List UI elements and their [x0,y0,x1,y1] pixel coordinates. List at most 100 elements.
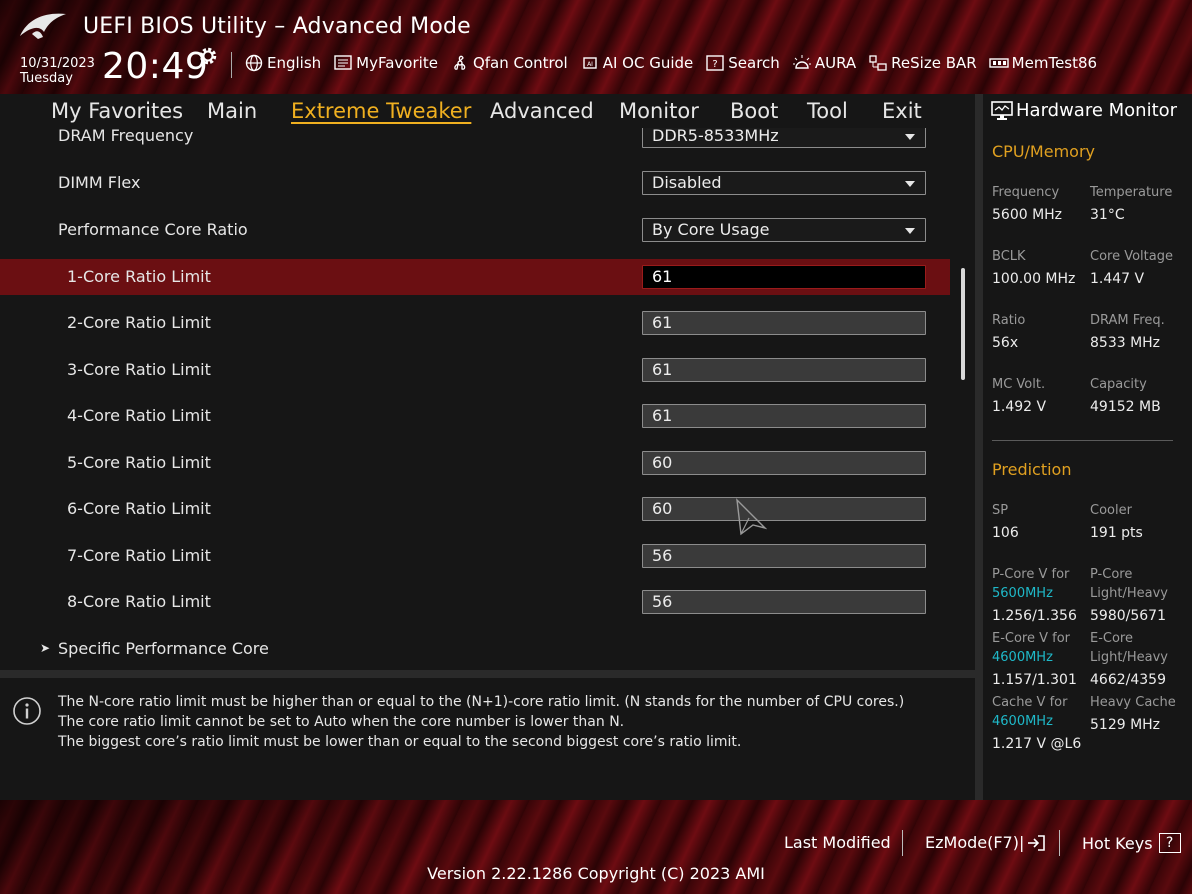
tool-myfavorite[interactable]: MyFavorite [333,54,438,72]
hw-label: Frequency [992,185,1060,200]
app-title: UEFI BIOS Utility – Advanced Mode [83,14,471,39]
section-divider [992,440,1173,441]
hw-value: 5129 MHz [1090,717,1161,733]
tool-ai-oc-guide[interactable]: AI AI OC Guide [580,54,693,72]
setting-row-2-core-ratio[interactable]: 2-Core Ratio Limit 61 [0,305,950,341]
tool-resize-bar-label: ReSize BAR [891,54,977,72]
divider [231,52,232,78]
tool-qfan-label: Qfan Control [472,54,568,72]
hw-label-line: P-Core [1090,567,1133,582]
submenu-specific-performance-core[interactable]: ➤ Specific Performance Core [0,631,950,667]
tab-tool[interactable]: Tool [807,99,848,123]
scrollbar[interactable] [961,268,965,380]
hw-label: E-Core V for 4600MHz [992,629,1070,667]
4-core-ratio-input[interactable]: 61 [642,404,926,428]
help-panel: The N-core ratio limit must be higher th… [0,678,975,800]
setting-row-dram-frequency[interactable]: DRAM Frequency DDR5-8533MHz [0,128,950,154]
tab-boot[interactable]: Boot [730,99,778,123]
tool-search[interactable]: ? Search [705,54,780,72]
setting-row-6-core-ratio[interactable]: 6-Core Ratio Limit 60 [0,491,950,527]
hw-label-freq: 5600MHz [992,586,1053,601]
resize-bar-icon [869,55,887,71]
setting-row-4-core-ratio[interactable]: 4-Core Ratio Limit 61 [0,398,950,434]
tool-resize-bar[interactable]: ReSize BAR [868,54,977,72]
setting-label: 5-Core Ratio Limit [67,453,211,472]
hw-value: 56x [992,335,1019,351]
section-cpu-memory: CPU/Memory [992,142,1095,161]
toolbar: English MyFavorite Qfan Control AI AI OC… [244,54,1109,72]
hw-label: Cooler [1090,503,1132,518]
performance-core-ratio-dropdown[interactable]: By Core Usage [642,218,926,242]
hw-value: 100.00 MHz [992,271,1076,287]
1-core-ratio-input[interactable]: 61 [642,265,926,289]
top-bar: UEFI BIOS Utility – Advanced Mode 10/31/… [0,0,1192,94]
help-text: The N-core ratio limit must be higher th… [58,692,904,752]
setting-row-performance-core-ratio[interactable]: Performance Core Ratio By Core Usage [0,212,950,248]
hot-keys-button[interactable]: Hot Keys ? [1082,833,1181,853]
favorite-list-icon [334,55,352,70]
main-tabs: My Favorites Main Extreme Tweaker Advanc… [0,94,975,128]
date-display: 10/31/2023 Tuesday [20,56,95,86]
setting-row-3-core-ratio[interactable]: 3-Core Ratio Limit 61 [0,352,950,388]
chevron-down-icon [905,134,915,140]
tool-english[interactable]: English [244,54,321,72]
tool-memtest[interactable]: MemTest86 [988,54,1098,72]
hw-value: 31°C [1090,207,1125,223]
hardware-monitor-title: Hardware Monitor [991,100,1177,121]
6-core-ratio-input[interactable]: 60 [642,497,926,521]
last-modified-button[interactable]: Last Modified [784,833,891,852]
dropdown-value: Disabled [652,173,722,192]
2-core-ratio-input[interactable]: 61 [642,311,926,335]
setting-row-dimm-flex[interactable]: DIMM Flex Disabled [0,165,950,201]
ai-chip-icon: AI [583,57,597,69]
hw-value: 1.157/1.301 [992,672,1077,688]
dropdown-value: By Core Usage [652,220,770,239]
hot-keys-label: Hot Keys [1082,833,1153,853]
ezmode-button[interactable]: EzMode(F7)| [925,833,1046,852]
tool-memtest-label: MemTest86 [1011,54,1098,72]
hw-label: E-Core Light/Heavy [1090,629,1168,667]
help-key-icon: ? [1158,833,1181,853]
tab-my-favorites[interactable]: My Favorites [51,99,183,123]
tab-advanced[interactable]: Advanced [490,99,594,123]
tab-extreme-tweaker[interactable]: Extreme Tweaker [291,99,471,123]
hw-label: P-Core V for 5600MHz [992,565,1069,603]
hw-label: SP [992,503,1009,518]
setting-row-5-core-ratio[interactable]: 5-Core Ratio Limit 60 [0,445,950,481]
tab-monitor[interactable]: Monitor [619,99,699,123]
tool-aura-label: AURA [814,54,857,72]
tool-qfan[interactable]: Qfan Control [450,54,568,72]
hw-label-freq: 4600MHz [992,650,1053,665]
gear-icon[interactable] [198,46,218,66]
setting-label: 1-Core Ratio Limit [67,267,211,286]
hw-label: Capacity [1090,377,1147,392]
7-core-ratio-input[interactable]: 56 [642,544,926,568]
tool-search-label: Search [728,54,780,72]
setting-row-8-core-ratio[interactable]: 8-Core Ratio Limit 56 [0,584,950,620]
exit-arrow-icon [1028,834,1046,851]
tool-aura[interactable]: AURA [792,54,856,72]
setting-row-1-core-ratio[interactable]: 1-Core Ratio Limit 61 [0,259,950,295]
hw-value: 8533 MHz [1090,335,1161,351]
hw-value: 49152 MB [1090,399,1161,415]
hw-label: Cache V for 4600MHz [992,693,1067,731]
hw-value: 1.217 V @L6 [992,736,1082,752]
hardware-monitor-panel: Hardware Monitor CPU/Memory Frequency 56… [983,94,1192,800]
tab-main[interactable]: Main [207,99,257,123]
5-core-ratio-input[interactable]: 60 [642,451,926,475]
hw-label-freq: 4600MHz [992,714,1053,729]
hw-value: 1.492 V [992,399,1047,415]
tab-exit[interactable]: Exit [882,99,922,123]
setting-row-7-core-ratio[interactable]: 7-Core Ratio Limit 56 [0,538,950,574]
setting-label: 2-Core Ratio Limit [67,313,211,332]
aura-light-icon [792,55,811,69]
hw-value: 106 [992,525,1019,541]
dimm-flex-dropdown[interactable]: Disabled [642,171,926,195]
clock[interactable]: 20:49 [102,46,208,87]
setting-label: 3-Core Ratio Limit [67,360,211,379]
dram-frequency-dropdown[interactable]: DDR5-8533MHz [642,128,926,148]
hw-label: MC Volt. [992,377,1046,392]
footer-bar: Last Modified EzMode(F7)| Hot Keys ? Ver… [0,800,1192,894]
8-core-ratio-input[interactable]: 56 [642,590,926,614]
3-core-ratio-input[interactable]: 61 [642,358,926,382]
